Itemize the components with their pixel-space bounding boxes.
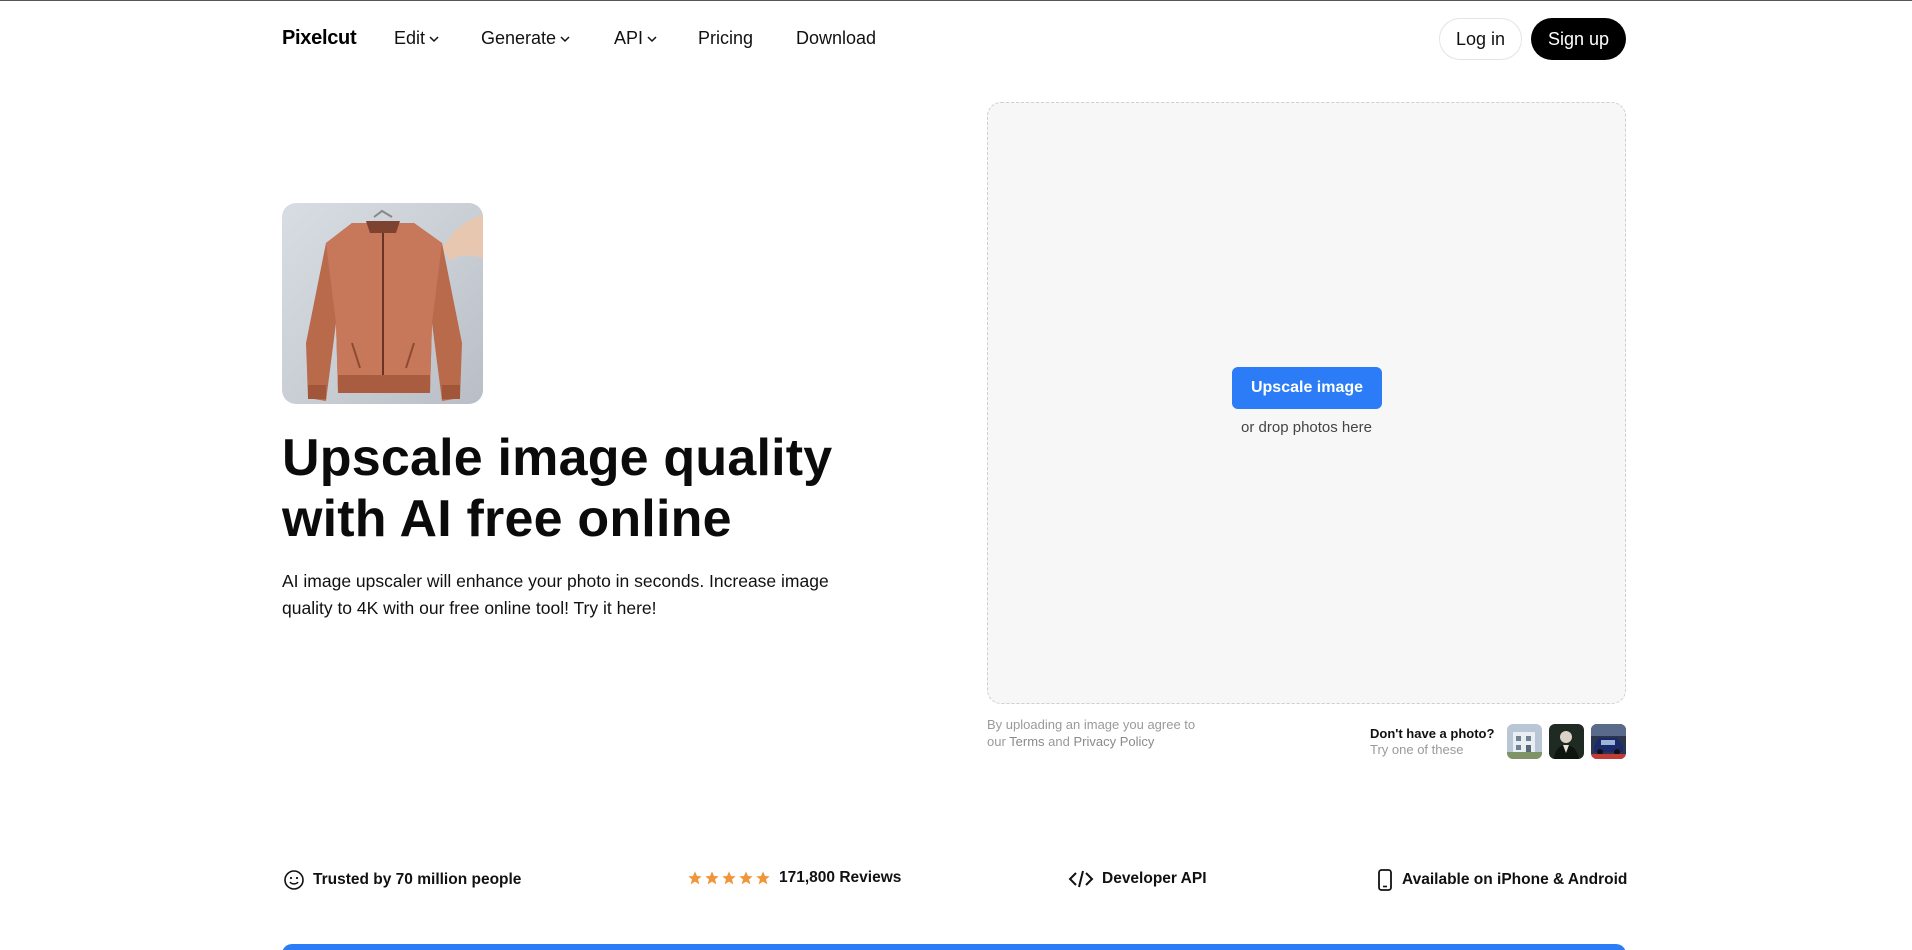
nav-item-label: Download	[796, 28, 877, 48]
hero-description: AI image upscaler will enhance your phot…	[282, 571, 829, 618]
stat-trusted: Trusted by 70 million people	[283, 869, 521, 891]
stat-platforms: Available on iPhone & Android	[1376, 869, 1627, 891]
sample-car-thumbnail[interactable]	[1591, 724, 1626, 759]
star-icon	[739, 871, 753, 885]
smiley-icon	[284, 870, 304, 890]
legal-and: and	[1044, 734, 1074, 749]
pixelcut-logo[interactable]: Pixelcut	[282, 27, 357, 50]
page-title-line-2: with AI free online	[282, 490, 732, 548]
stat-reviews: 171,800 Reviews	[687, 869, 901, 887]
chevron-down-icon	[560, 35, 570, 42]
code-icon	[1068, 870, 1094, 888]
stat-reviews-label: 171,800 Reviews	[779, 869, 902, 886]
nav-item-api[interactable]: API	[614, 28, 657, 49]
stat-developer-api: Developer API	[1068, 869, 1207, 889]
nav-item-label: Pricing	[698, 28, 754, 48]
upload-legal-notice: By uploading an image you agree to our T…	[987, 716, 1197, 750]
phone-icon	[1378, 869, 1392, 891]
stat-trusted-label: Trusted by 70 million people	[313, 871, 522, 888]
hero-jacket-image	[282, 203, 483, 404]
window-top-border	[0, 0, 1912, 1]
star-icon	[688, 871, 702, 885]
terms-link[interactable]: Terms	[1009, 734, 1044, 749]
sample-photos	[1507, 724, 1626, 759]
upscale-image-button[interactable]: Upscale image	[1232, 367, 1382, 409]
nav-item-label: API	[614, 28, 644, 48]
nav-item-download[interactable]: Download	[796, 28, 876, 49]
upload-dropzone[interactable]: Upscale image or drop photos here	[987, 102, 1626, 704]
top-navigation: Pixelcut Edit Generate API Pricing Downl…	[282, 18, 1626, 60]
sample-building-thumbnail[interactable]	[1507, 724, 1542, 759]
login-button[interactable]: Log in	[1438, 18, 1522, 60]
nav-item-label: Edit	[394, 28, 426, 48]
nav-item-generate[interactable]: Generate	[481, 28, 570, 49]
next-section-banner	[282, 944, 1626, 950]
signup-button[interactable]: Sign up	[1530, 18, 1626, 60]
nav-item-label: Generate	[481, 28, 557, 48]
sample-portrait-thumbnail[interactable]	[1549, 724, 1584, 759]
privacy-policy-link[interactable]: Privacy Policy	[1073, 734, 1154, 749]
page-title-line-1: Upscale image quality	[282, 429, 833, 487]
chevron-down-icon	[429, 35, 439, 42]
sample-photos-prompt: Don't have a photo? Try one of these	[1370, 726, 1494, 757]
chevron-down-icon	[647, 35, 657, 42]
star-icon	[722, 871, 736, 885]
drop-hint-text: or drop photos here	[1241, 419, 1372, 436]
page-title: Upscale image quality with AI free onlin…	[282, 428, 902, 550]
stat-developer-api-label: Developer API	[1102, 870, 1207, 887]
sample-subtitle: Try one of these	[1370, 742, 1464, 757]
rating-stars	[687, 870, 771, 886]
star-icon	[705, 871, 719, 885]
star-icon	[756, 871, 770, 885]
stat-platforms-label: Available on iPhone & Android	[1402, 871, 1628, 888]
nav-item-pricing[interactable]: Pricing	[698, 28, 753, 49]
sample-title: Don't have a photo?	[1370, 726, 1495, 741]
nav-item-edit[interactable]: Edit	[394, 28, 439, 49]
